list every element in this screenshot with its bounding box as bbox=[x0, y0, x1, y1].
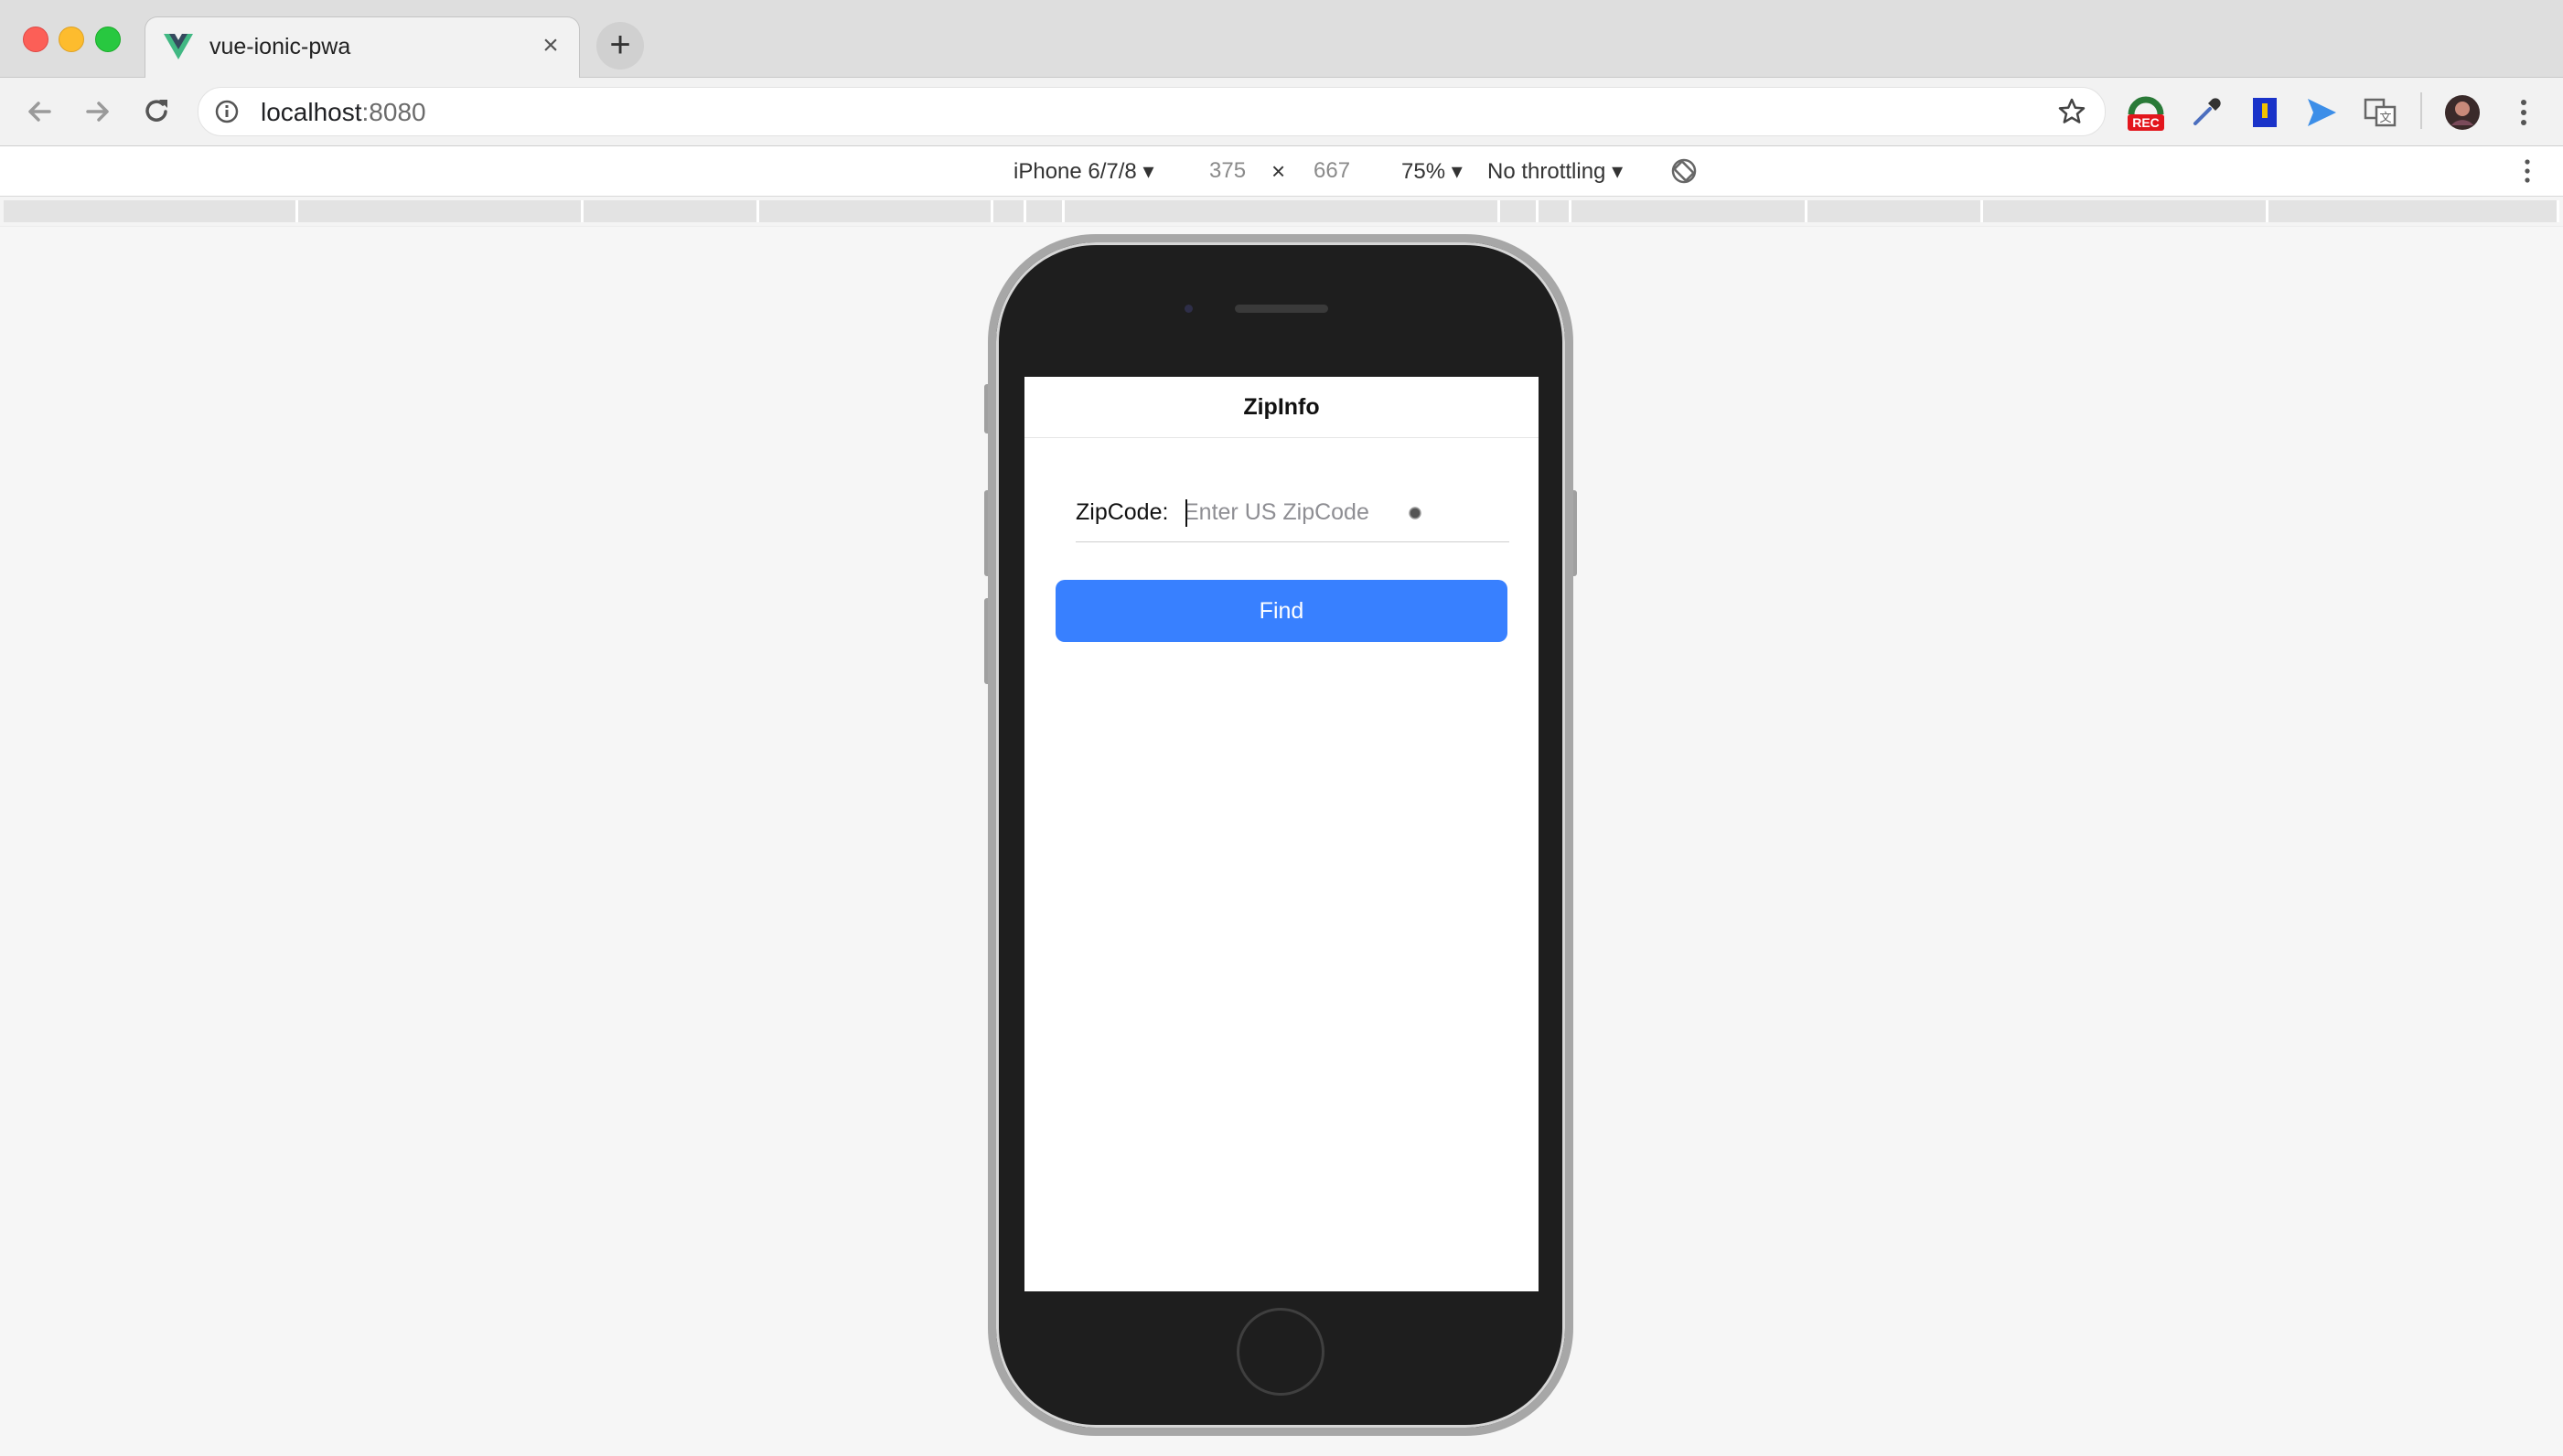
tab-title: vue-ionic-pwa bbox=[209, 34, 351, 59]
tab-strip: vue-ionic-pwa × + bbox=[0, 0, 2563, 78]
zipcode-label: ZipCode: bbox=[1076, 499, 1169, 525]
media-query-segment[interactable] bbox=[1500, 200, 1539, 222]
profile-avatar[interactable] bbox=[2444, 94, 2481, 131]
media-query-segment[interactable] bbox=[298, 200, 584, 222]
reload-icon[interactable] bbox=[137, 92, 176, 131]
throttling-value: No throttling bbox=[1487, 159, 1606, 184]
browser-toolbar: localhost:8080 REC 文 bbox=[0, 78, 2563, 146]
info-icon[interactable] bbox=[215, 100, 239, 123]
device-viewport: ZipInfo ZipCode: Find bbox=[1024, 377, 1539, 1291]
bookmark-star-icon[interactable] bbox=[2057, 97, 2086, 126]
window-close-button[interactable] bbox=[23, 27, 48, 52]
zipcode-item: ZipCode: bbox=[1076, 487, 1509, 542]
new-tab-button[interactable]: + bbox=[596, 22, 644, 70]
bookmark-ext-icon[interactable] bbox=[2247, 94, 2283, 131]
speed-dial-graphic: REC bbox=[2128, 96, 2164, 131]
zoom-select[interactable]: 75% ▾ bbox=[1401, 158, 1463, 185]
rec-badge: REC bbox=[2132, 115, 2160, 130]
media-query-segment[interactable] bbox=[1807, 200, 1983, 222]
devtools-more-icon[interactable] bbox=[2523, 157, 2532, 185]
page-title: ZipInfo bbox=[1243, 394, 1320, 420]
viewport-width[interactable]: 375 bbox=[1209, 158, 1246, 184]
translate-icon[interactable]: 文 bbox=[2362, 94, 2398, 131]
phone-speaker bbox=[1235, 305, 1328, 313]
back-arrow-icon[interactable] bbox=[20, 92, 59, 131]
device-select[interactable]: iPhone 6/7/8 ▾ bbox=[1013, 158, 1154, 185]
tab-close-icon[interactable]: × bbox=[535, 30, 566, 61]
media-query-segment[interactable] bbox=[1539, 200, 1571, 222]
media-query-segment[interactable] bbox=[993, 200, 1026, 222]
browser-tab[interactable]: vue-ionic-pwa × bbox=[145, 16, 580, 78]
media-query-segment[interactable] bbox=[1983, 200, 2268, 222]
viewport-height[interactable]: 667 bbox=[1314, 158, 1350, 184]
media-query-segment[interactable] bbox=[4, 200, 298, 222]
throttling-select[interactable]: No throttling ▾ bbox=[1487, 158, 1623, 185]
app-header: ZipInfo bbox=[1024, 377, 1539, 438]
speed-dial-icon[interactable]: REC bbox=[2128, 94, 2164, 131]
svg-text:文: 文 bbox=[2379, 111, 2391, 124]
phone-home-button bbox=[1237, 1308, 1324, 1396]
touch-cursor-icon bbox=[1409, 507, 1421, 519]
media-query-segment[interactable] bbox=[1571, 200, 1807, 222]
window-minimize-button[interactable] bbox=[59, 27, 84, 52]
toolbar-divider bbox=[2420, 92, 2422, 129]
media-query-segment[interactable] bbox=[2268, 200, 2559, 222]
vue-logo-icon bbox=[164, 34, 193, 59]
url-port: :8080 bbox=[361, 98, 426, 126]
dimension-separator: × bbox=[1271, 157, 1286, 185]
device-name: iPhone 6/7/8 bbox=[1013, 159, 1137, 184]
media-query-bar bbox=[0, 197, 2563, 227]
media-query-segment[interactable] bbox=[584, 200, 759, 222]
media-query-segment[interactable] bbox=[759, 200, 993, 222]
phone-camera bbox=[1185, 305, 1193, 313]
media-query-segment[interactable] bbox=[1026, 200, 1065, 222]
send-icon[interactable] bbox=[2303, 94, 2340, 131]
device-toolbar: iPhone 6/7/8 ▾ 375 × 667 75% ▾ No thrott… bbox=[0, 146, 2563, 197]
media-query-segment[interactable] bbox=[1065, 200, 1500, 222]
text-caret bbox=[1185, 499, 1187, 527]
address-bar[interactable]: localhost:8080 bbox=[198, 87, 2106, 136]
zipcode-input[interactable] bbox=[1184, 492, 1495, 532]
eyedropper-icon[interactable] bbox=[2188, 94, 2225, 131]
find-button[interactable]: Find bbox=[1056, 580, 1507, 642]
rotate-icon[interactable] bbox=[1670, 157, 1698, 185]
zoom-value: 75% bbox=[1401, 159, 1446, 184]
url-host: localhost bbox=[261, 98, 362, 126]
window-zoom-button[interactable] bbox=[95, 27, 121, 52]
forward-arrow-icon[interactable] bbox=[79, 92, 117, 131]
browser-menu-icon[interactable] bbox=[2519, 98, 2528, 127]
url-text: localhost:8080 bbox=[261, 98, 426, 127]
